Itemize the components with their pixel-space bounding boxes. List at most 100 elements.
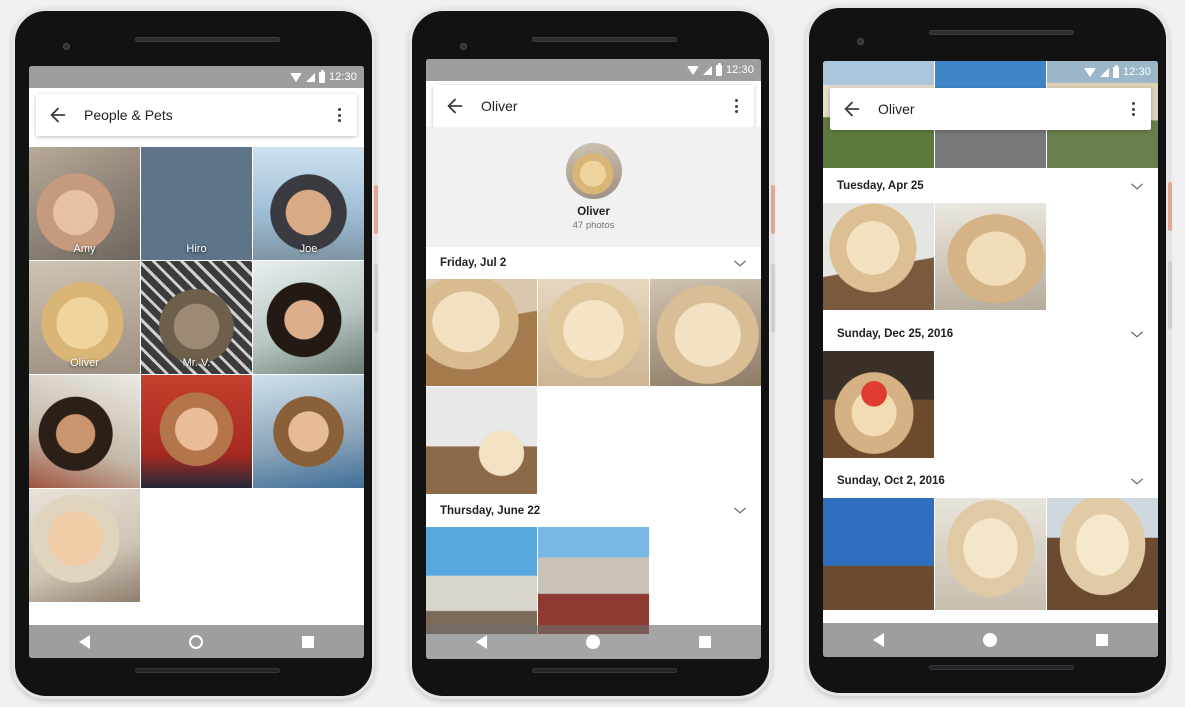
arrow-back-icon[interactable] [841, 98, 863, 120]
photo-tile[interactable] [823, 498, 934, 610]
face-tile[interactable]: Mr. V. [141, 261, 252, 374]
chevron-down-icon[interactable] [1130, 477, 1144, 486]
face-photo [29, 375, 140, 488]
profile-header: Oliver 47 photos [426, 127, 761, 247]
signal-icon [305, 72, 315, 82]
photo-tile[interactable] [935, 498, 1046, 610]
face-tile[interactable]: Joe [253, 147, 364, 260]
photo [935, 203, 1046, 310]
face-tile[interactable] [29, 375, 140, 488]
face-photo [253, 261, 364, 374]
people-pets-grid: Amy Hiro Joe Oliver Mr. V. [29, 147, 364, 602]
face-tile[interactable]: Oliver [29, 261, 140, 374]
photo [650, 279, 761, 386]
date-label: Friday, Jul 2 [440, 257, 507, 269]
photo [935, 498, 1046, 610]
recents-nav-button[interactable] [1096, 634, 1109, 646]
face-tile[interactable] [253, 261, 364, 374]
profile-photo-count: 47 photos [572, 220, 615, 231]
bottom-speaker [532, 668, 677, 673]
arrow-back-icon[interactable] [444, 95, 466, 117]
date-header[interactable]: Sunday, Oct 2, 2016 [823, 464, 1158, 498]
oliver-avatar [565, 143, 622, 199]
face-label: Joe [299, 243, 318, 255]
phone-screen-3: 12:30 Oliver Tuesday, Apr 25 Sunday, Dec… [823, 61, 1158, 657]
wifi-icon [289, 72, 302, 82]
date-header[interactable]: Thursday, June 22 [426, 494, 761, 527]
app-bar-title: People & Pets [84, 107, 173, 123]
face-tile[interactable]: Amy [29, 147, 140, 260]
date-label: Sunday, Dec 25, 2016 [837, 328, 954, 340]
date-header[interactable]: Tuesday, Apr 25 [823, 169, 1158, 203]
overflow-menu-icon[interactable] [1124, 102, 1142, 116]
photo-tile[interactable] [823, 351, 934, 458]
photo-grid-section-2 [426, 527, 761, 634]
avatar[interactable] [565, 143, 622, 199]
bottom-speaker [929, 665, 1074, 670]
volume-button[interactable] [771, 264, 775, 332]
photo [538, 279, 649, 386]
face-label: Oliver [70, 357, 99, 369]
app-bar-oliver: Oliver [433, 85, 754, 127]
photo-tile[interactable] [650, 279, 761, 386]
signal-icon [1099, 67, 1109, 77]
photo [426, 527, 537, 634]
volume-button[interactable] [374, 264, 378, 332]
system-nav-bar [426, 625, 761, 659]
date-label: Sunday, Oct 2, 2016 [837, 475, 945, 487]
recents-nav-button[interactable] [699, 636, 712, 648]
back-nav-button[interactable] [78, 634, 90, 649]
home-nav-button[interactable] [982, 633, 997, 647]
status-bar-time: 12:30 [725, 64, 754, 76]
chevron-down-icon[interactable] [733, 259, 747, 268]
power-button[interactable] [374, 185, 378, 234]
app-bar-title: Oliver [878, 101, 915, 117]
status-bar: 12:30 [823, 61, 1158, 83]
system-nav-bar [29, 625, 364, 658]
chevron-down-icon[interactable] [1130, 330, 1144, 339]
front-camera-icon [63, 43, 70, 50]
photo-tile[interactable] [823, 203, 934, 310]
back-nav-button[interactable] [872, 633, 884, 647]
phone-device-2: 12:30 Oliver Oliver 47 photos Friday, Ju… [409, 8, 775, 699]
battery-icon [1112, 64, 1119, 78]
face-label: Mr. V. [182, 357, 211, 369]
chevron-down-icon[interactable] [1130, 182, 1144, 191]
home-nav-button[interactable] [188, 634, 203, 649]
power-button[interactable] [1168, 182, 1172, 231]
arrow-back-icon[interactable] [47, 104, 69, 126]
power-button[interactable] [771, 185, 775, 234]
app-bar-oliver: Oliver [830, 88, 1151, 130]
system-nav-bar [823, 623, 1158, 657]
face-tile[interactable] [253, 375, 364, 488]
photo-tile[interactable] [1047, 498, 1158, 610]
face-tile[interactable] [29, 489, 140, 602]
photo-tile[interactable] [426, 387, 537, 494]
photo [538, 527, 649, 634]
face-tile[interactable]: Hiro [141, 147, 252, 260]
battery-icon [318, 69, 325, 83]
volume-button[interactable] [1168, 261, 1172, 329]
overflow-menu-icon[interactable] [727, 99, 745, 113]
back-nav-button[interactable] [475, 635, 487, 649]
photo-tile[interactable] [935, 203, 1046, 310]
photo-tile[interactable] [426, 279, 537, 386]
recents-nav-button[interactable] [302, 635, 315, 648]
app-bar-title: Oliver [481, 98, 518, 114]
chevron-down-icon[interactable] [733, 506, 747, 515]
photo [823, 498, 934, 610]
wifi-icon [1083, 67, 1096, 77]
earpiece-speaker [135, 37, 280, 42]
date-label: Tuesday, Apr 25 [837, 180, 924, 192]
photo-tile[interactable] [538, 527, 649, 634]
face-photo [141, 375, 252, 488]
date-header[interactable]: Sunday, Dec 25, 2016 [823, 317, 1158, 351]
photo-tile[interactable] [426, 527, 537, 634]
face-label: Hiro [186, 243, 207, 255]
home-nav-button[interactable] [585, 635, 600, 649]
photo-grid-section-1 [426, 279, 761, 494]
face-tile[interactable] [141, 375, 252, 488]
photo-tile[interactable] [538, 279, 649, 386]
date-header[interactable]: Friday, Jul 2 [426, 247, 761, 279]
overflow-menu-icon[interactable] [330, 108, 348, 122]
